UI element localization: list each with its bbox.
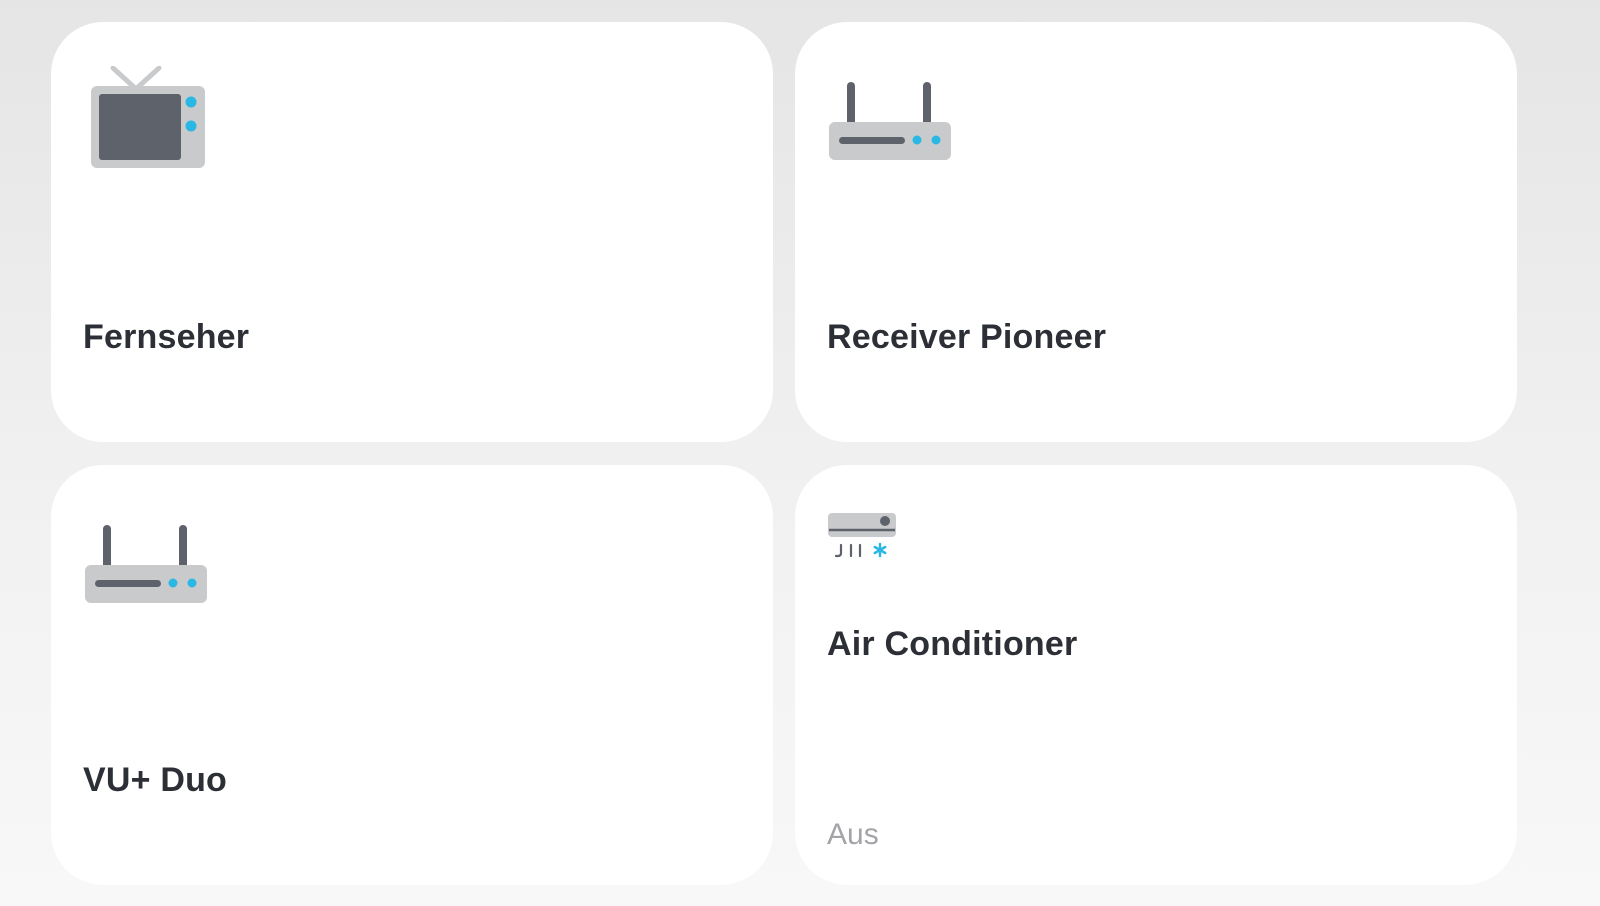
device-status: Aus — [827, 818, 879, 851]
device-name: Fernseher — [83, 318, 250, 356]
router-icon — [829, 82, 951, 160]
air-conditioner-icon — [828, 513, 896, 558]
tv-icon — [91, 66, 205, 168]
device-card-vu-duo[interactable]: VU+ Duo — [51, 465, 773, 885]
router-icon — [85, 525, 207, 603]
device-name: VU+ Duo — [83, 761, 228, 799]
device-card-receiver-pioneer[interactable]: Receiver Pioneer — [795, 22, 1517, 442]
device-name: Air Conditioner — [827, 625, 1078, 663]
device-name: Receiver Pioneer — [827, 318, 1107, 356]
device-card-fernseher[interactable]: Fernseher — [51, 22, 773, 442]
device-card-air-conditioner[interactable]: Air Conditioner Aus — [795, 465, 1517, 885]
